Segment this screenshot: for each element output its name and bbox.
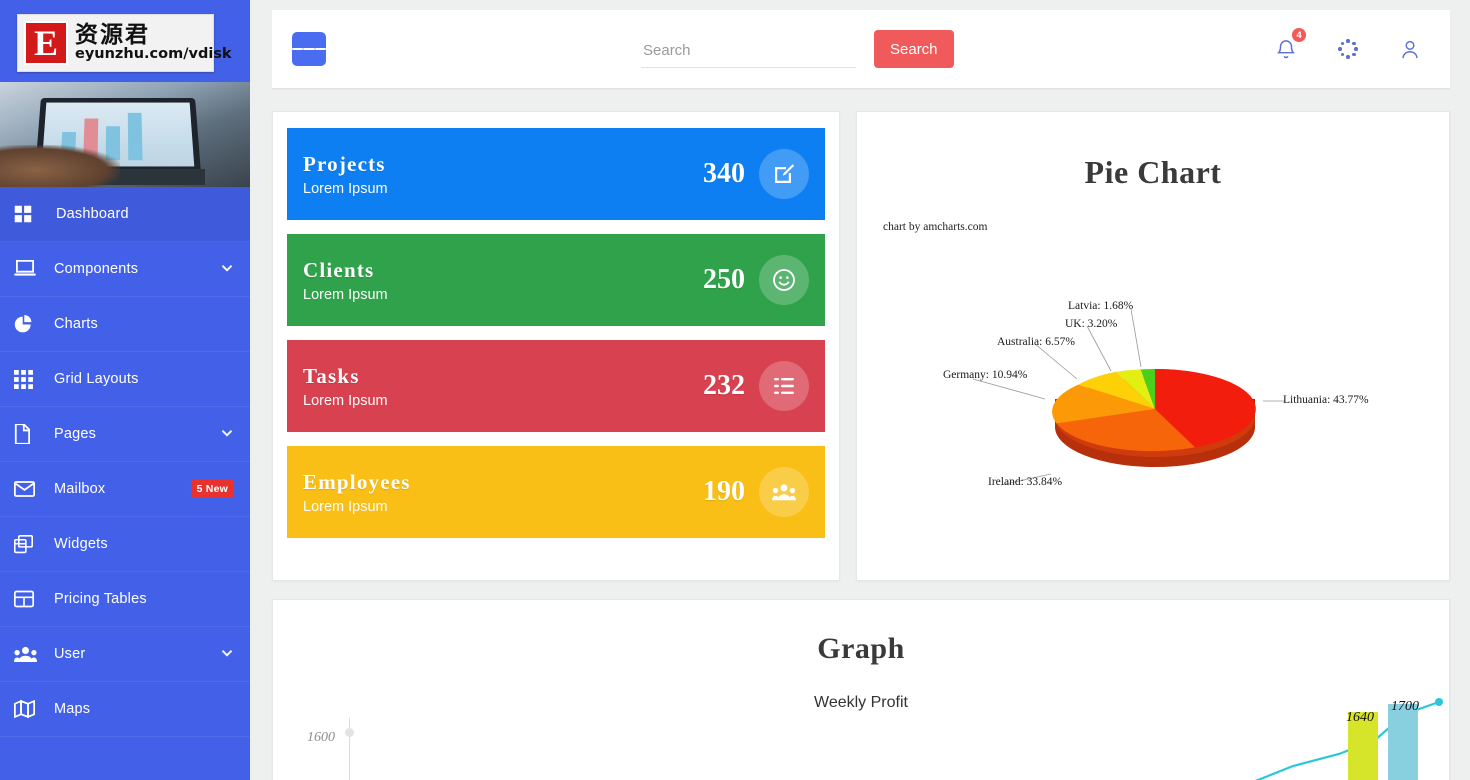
stat-title: Projects xyxy=(303,151,386,176)
sidebar-item-label: Grid Layouts xyxy=(54,371,139,387)
sidebar-item-label: User xyxy=(54,646,86,662)
graph-title: Graph xyxy=(817,632,905,665)
dashboard-page: E 资源君 eyunzhu.com/vdisk Dashboard Compon… xyxy=(0,0,1470,780)
stat-card-projects[interactable]: Projects Lorem Ipsum 340 xyxy=(287,128,825,220)
sidebar-header-photo xyxy=(0,82,250,187)
mailbox-badge: 5 New xyxy=(190,480,234,498)
top-right-icons: 4 xyxy=(1274,27,1428,62)
pie-label-latvia: Latvia: 1.68% xyxy=(1068,300,1134,312)
sidebar-item-dashboard[interactable]: Dashboard xyxy=(0,187,250,242)
top-header-bar: Search 4 xyxy=(272,10,1450,89)
stat-cards-panel: Projects Lorem Ipsum 340 Clients Lorem I… xyxy=(272,111,840,581)
sidebar-item-pricing-tables[interactable]: Pricing Tables xyxy=(0,572,250,627)
stat-card-employees[interactable]: Employees Lorem Ipsum 190 xyxy=(287,446,825,538)
photo-hands xyxy=(0,145,120,187)
sidebar-item-grid-layouts[interactable]: Grid Layouts xyxy=(0,352,250,407)
stat-card-clients[interactable]: Clients Lorem Ipsum 250 xyxy=(287,234,825,326)
stat-title: Employees xyxy=(303,469,411,494)
pie-label-uk: UK: 3.20% xyxy=(1065,318,1118,330)
pie-label-australia: Australia: 6.57% xyxy=(997,336,1075,348)
chevron-down-icon[interactable] xyxy=(220,262,234,276)
watermark-chinese-text: 资源君 xyxy=(75,21,150,48)
dots-cluster xyxy=(1338,39,1358,59)
sidebar-nav: Dashboard Components Charts Grid Layouts… xyxy=(0,187,250,737)
users-icon xyxy=(14,643,42,665)
stat-value: 250 xyxy=(703,264,745,295)
sidebar-item-charts[interactable]: Charts xyxy=(0,297,250,352)
stat-subtitle: Lorem Ipsum xyxy=(303,181,388,198)
edit-square-icon xyxy=(759,149,809,199)
file-icon xyxy=(14,423,42,445)
table-icon xyxy=(14,588,42,610)
sidebar-item-label: Widgets xyxy=(54,536,108,552)
sidebar: E 资源君 eyunzhu.com/vdisk Dashboard Compon… xyxy=(0,0,250,780)
task-list-icon xyxy=(759,361,809,411)
sidebar-item-label: Dashboard xyxy=(56,206,129,222)
smiley-icon xyxy=(759,255,809,305)
search-input[interactable] xyxy=(641,38,856,68)
watermark-url: eyunzhu.com/vdisk xyxy=(75,46,232,63)
pie-chart-icon xyxy=(14,313,42,335)
graph-value-label-1640: 1640 xyxy=(1346,710,1374,725)
stat-value: 190 xyxy=(703,476,745,507)
map-icon xyxy=(14,698,42,720)
content-area: Projects Lorem Ipsum 340 Clients Lorem I… xyxy=(250,89,1470,780)
watermark-letter-e: E xyxy=(24,21,68,65)
sidebar-item-components[interactable]: Components xyxy=(0,242,250,297)
pie-label-ireland: Ireland: 33.84% xyxy=(988,476,1063,488)
search-zone: Search xyxy=(641,30,954,68)
user-account-icon[interactable] xyxy=(1398,36,1422,62)
hamburger-icon[interactable] xyxy=(292,32,326,66)
top-row: Projects Lorem Ipsum 340 Clients Lorem I… xyxy=(272,111,1450,581)
stat-title: Clients xyxy=(303,257,375,282)
grid-3x3-icon xyxy=(14,368,42,390)
watermark-logo: E 资源君 eyunzhu.com/vdisk xyxy=(17,14,232,72)
graph-panel: Graph Weekly Profit 1600 1640 1700 xyxy=(272,599,1450,780)
pie-chart-panel: Pie Chart chart by amcharts.com Lithuani… xyxy=(856,111,1450,581)
bell-icon[interactable]: 4 xyxy=(1274,27,1307,62)
grid-2x2-icon xyxy=(14,203,42,225)
stat-title: Tasks xyxy=(303,363,360,388)
pie-chart-canvas: Lithuania: 43.77% Ireland: 33.84% German… xyxy=(871,233,1435,533)
sidebar-item-widgets[interactable]: Widgets xyxy=(0,517,250,572)
pie-chart-title: Pie Chart xyxy=(1084,154,1222,190)
group-users-icon xyxy=(759,467,809,517)
pie-label-germany: Germany: 10.94% xyxy=(943,369,1028,381)
sidebar-item-label: Maps xyxy=(54,701,91,717)
sidebar-item-label: Pricing Tables xyxy=(54,591,147,607)
stat-card-tasks[interactable]: Tasks Lorem Ipsum 232 xyxy=(287,340,825,432)
spinner-dots-icon[interactable] xyxy=(1336,36,1360,62)
sidebar-item-label: Components xyxy=(54,261,139,277)
sidebar-item-pages[interactable]: Pages xyxy=(0,407,250,462)
stat-value: 232 xyxy=(703,370,745,401)
graph-bar-1700[interactable] xyxy=(1388,704,1418,780)
notification-count-badge: 4 xyxy=(1291,27,1307,43)
windows-icon xyxy=(14,533,42,555)
search-button[interactable]: Search xyxy=(874,30,954,68)
sidebar-item-user[interactable]: User xyxy=(0,627,250,682)
main-area: Search 4 xyxy=(250,0,1470,780)
graph-y-axis-knob[interactable] xyxy=(345,728,354,737)
stat-subtitle: Lorem Ipsum xyxy=(303,499,388,516)
sidebar-item-maps[interactable]: Maps xyxy=(0,682,250,737)
sidebar-item-label: Charts xyxy=(54,316,98,332)
graph-ytick-1600: 1600 xyxy=(307,730,335,745)
laptop-icon xyxy=(14,258,42,280)
pie-label-lithuania: Lithuania: 43.77% xyxy=(1283,394,1369,406)
stat-value: 340 xyxy=(703,158,745,189)
sidebar-item-label: Pages xyxy=(54,426,97,442)
graph-value-label-1700: 1700 xyxy=(1391,699,1419,714)
stat-subtitle: Lorem Ipsum xyxy=(303,287,388,304)
sidebar-item-mailbox[interactable]: Mailbox 5 New xyxy=(0,462,250,517)
chevron-down-icon[interactable] xyxy=(220,647,234,661)
sidebar-item-label: Mailbox xyxy=(54,481,106,497)
stat-subtitle: Lorem Ipsum xyxy=(303,393,388,410)
chevron-down-icon[interactable] xyxy=(220,427,234,441)
envelope-icon xyxy=(14,478,42,500)
